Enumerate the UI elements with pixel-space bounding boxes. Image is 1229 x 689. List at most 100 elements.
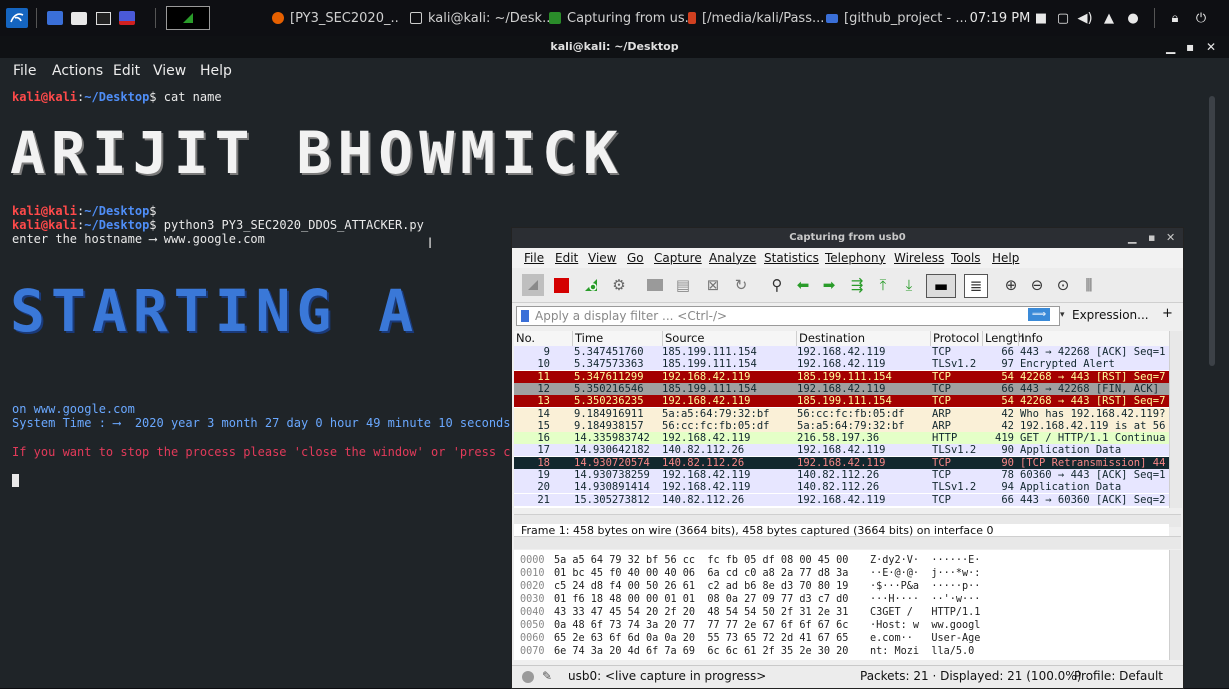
bytes-scrollbar[interactable] [1169, 550, 1182, 660]
notification-bell-icon[interactable]: ▲ [1100, 8, 1118, 28]
workspace-switcher[interactable] [166, 6, 210, 30]
task-github-project[interactable]: [github_project - ... [826, 6, 966, 30]
normal-size-icon[interactable]: ⊙ [1052, 274, 1074, 296]
kali-menu-icon[interactable] [6, 8, 28, 28]
ws-menu-file[interactable]: File [524, 251, 544, 265]
table-row[interactable]: 14 9.184916911 5a:a5:64:79:32:bf 56:cc:fc:f… [514, 407, 1169, 420]
reload-file-icon[interactable]: ↻ [730, 274, 752, 296]
colorize-icon[interactable]: ≣ [964, 274, 988, 298]
show-desktop-icon[interactable] [46, 8, 64, 28]
ws-menu-wireless[interactable]: Wireless [894, 251, 944, 265]
close-icon[interactable]: ✕ [1206, 36, 1216, 58]
filter-dropdown-icon[interactable]: ▾ [1060, 306, 1070, 324]
ws-menu-tools[interactable]: Tools [951, 251, 981, 265]
find-packet-icon[interactable]: ⚲ [766, 274, 788, 296]
video-recorder-icon[interactable]: ■ [1032, 8, 1050, 28]
table-row[interactable]: 18 14.930720574 140.82.112.26 192.168.42.11… [514, 456, 1169, 469]
power-icon[interactable]: ⏻ [1192, 8, 1210, 28]
menu-file[interactable]: File [13, 63, 36, 79]
resize-columns-icon[interactable]: ⫼ [1078, 274, 1100, 296]
hex-row[interactable]: 0000 5a a5 64 79 32 bf 56 cc fc fb 05 df … [520, 554, 980, 567]
zoom-in-icon[interactable]: ⊕ [1000, 274, 1022, 296]
expression-button[interactable]: Expression... [1072, 308, 1149, 322]
table-row[interactable]: 15 9.184938157 56:cc:fc:fb:05:df 5a:a5:64:7… [514, 419, 1169, 432]
maximize-icon[interactable]: ▪ [1186, 36, 1194, 58]
ws-menu-go[interactable]: Go [627, 251, 644, 265]
open-file-icon[interactable] [644, 274, 666, 296]
hex-row[interactable]: 0050 0a 48 6f 73 74 3a 20 77 77 77 2e 67 … [520, 619, 980, 632]
packet-list-scrollbar[interactable] [1169, 331, 1182, 508]
col-protocol[interactable]: Protocol [930, 331, 979, 346]
hex-row[interactable]: 0070 6e 74 3a 20 4d 6f 7a 69 6c 6c 61 2f … [520, 645, 974, 658]
first-packet-icon[interactable]: ⤒ [872, 274, 894, 296]
ws-maximize-icon[interactable]: ▪ [1148, 231, 1155, 244]
col-source[interactable]: Source [662, 331, 705, 346]
task-wireshark[interactable]: Capturing from us... [549, 6, 697, 30]
table-row[interactable]: 16 14.335983742 192.168.42.119 216.58.197.3… [514, 432, 1169, 445]
task-firefox[interactable]: [PY3_SEC2020_... [272, 6, 400, 30]
terminal-launcher-icon[interactable] [94, 8, 112, 28]
ws-minimize-icon[interactable]: ▁ [1128, 231, 1136, 244]
screen-icon[interactable]: ▢ [1054, 8, 1072, 28]
minimize-icon[interactable]: ▁ [1166, 36, 1175, 58]
ws-menu-help[interactable]: Help [992, 251, 1019, 265]
task-terminal[interactable]: kali@kali: ~/Desk... [410, 6, 550, 30]
ws-menu-view[interactable]: View [588, 251, 616, 265]
go-back-icon[interactable]: ⬅ [792, 274, 814, 296]
ws-menu-telephony[interactable]: Telephony [825, 251, 886, 265]
network-icon[interactable]: ● [1124, 8, 1142, 28]
table-row[interactable]: 19 14.930738259 192.168.42.119 140.82.112.2… [514, 469, 1169, 481]
col-destination[interactable]: Destination [796, 331, 865, 346]
browser-launcher-icon[interactable] [118, 8, 136, 28]
task-editor[interactable]: [/media/kali/Pass... [688, 6, 828, 30]
hex-row[interactable]: 0020 c5 24 d8 f4 00 50 26 61 c2 ad b6 8e … [520, 580, 980, 593]
display-filter-input[interactable]: Apply a display filter ... <Ctrl-/> [516, 306, 1060, 326]
bookmark-icon[interactable] [521, 310, 529, 322]
terminal-scrollbar[interactable] [1209, 96, 1215, 366]
autoscroll-icon[interactable]: ▬ [926, 274, 956, 298]
table-row[interactable]: 17 14.930642182 140.82.112.26 192.168.42.11… [514, 444, 1169, 457]
ws-menu-statistics[interactable]: Statistics [764, 251, 819, 265]
save-file-icon[interactable]: ▤ [672, 274, 694, 296]
hex-row[interactable]: 0060 65 2e 63 6f 6d 0a 0a 20 55 73 65 72 … [520, 632, 980, 645]
table-row[interactable]: 21 15.305273812 140.82.112.26 192.168.42.11… [514, 493, 1169, 506]
capture-comment-icon[interactable]: ✎ [542, 669, 552, 683]
table-row[interactable]: 11 5.347611299 192.168.42.119 185.199.111.1… [514, 370, 1169, 383]
table-row[interactable]: 9 5.347451760 185.199.111.154 192.168.42.11… [514, 346, 1169, 358]
lock-icon[interactable]: 🔒︎ [1166, 8, 1184, 28]
table-row[interactable]: 13 5.350236235 192.168.42.119 185.199.111.1… [514, 395, 1169, 408]
zoom-out-icon[interactable]: ⊖ [1026, 274, 1048, 296]
ws-menu-edit[interactable]: Edit [555, 251, 578, 265]
restart-capture-icon[interactable] [580, 274, 602, 296]
capture-options-icon[interactable]: ⚙ [608, 274, 630, 296]
add-filter-button[interactable]: + [1162, 306, 1173, 321]
ws-menu-analyze[interactable]: Analyze [709, 251, 756, 265]
apply-filter-icon[interactable]: ⟹ [1028, 308, 1050, 321]
ws-menu-capture[interactable]: Capture [654, 251, 702, 265]
start-capture-icon[interactable] [522, 274, 544, 296]
col-no[interactable]: No. [514, 331, 535, 346]
menu-help[interactable]: Help [200, 63, 232, 79]
clock[interactable]: 07:19 PM [965, 8, 1035, 28]
go-forward-icon[interactable]: ➡ [818, 274, 840, 296]
go-to-packet-icon[interactable]: ⇶ [846, 274, 868, 296]
hex-row[interactable]: 0030 01 f6 18 48 00 00 01 01 08 0a 27 09 … [520, 593, 980, 606]
stop-capture-icon[interactable] [550, 274, 572, 296]
menu-edit[interactable]: Edit [113, 63, 140, 79]
details-hscrollbar[interactable] [514, 536, 1181, 549]
table-row[interactable]: 20 14.930891414 192.168.42.119 140.82.112.2… [514, 481, 1169, 494]
menu-view[interactable]: View [153, 63, 186, 79]
table-row[interactable]: 10 5.347573363 185.199.111.154 192.168.42.1… [514, 358, 1169, 371]
close-file-icon[interactable]: ⊠ [702, 274, 724, 296]
table-row[interactable]: 12 5.350216546 185.199.111.154 192.168.42.1… [514, 382, 1169, 395]
hex-row[interactable]: 0010 01 bc 45 f0 40 00 40 06 6a cd c0 a8 … [520, 567, 980, 580]
last-packet-icon[interactable]: ⤓ [898, 274, 920, 296]
col-info[interactable]: Info [1018, 331, 1043, 346]
expert-info-icon[interactable] [522, 671, 534, 683]
col-time[interactable]: Time [572, 331, 603, 346]
file-manager-icon[interactable] [70, 8, 88, 28]
profile-label[interactable]: Profile: Default [1074, 669, 1163, 683]
volume-icon[interactable]: ◀) [1076, 8, 1094, 28]
ws-close-icon[interactable]: ✕ [1166, 231, 1175, 244]
hex-row[interactable]: 0040 43 33 47 45 54 20 2f 20 48 54 54 50 … [520, 606, 980, 619]
